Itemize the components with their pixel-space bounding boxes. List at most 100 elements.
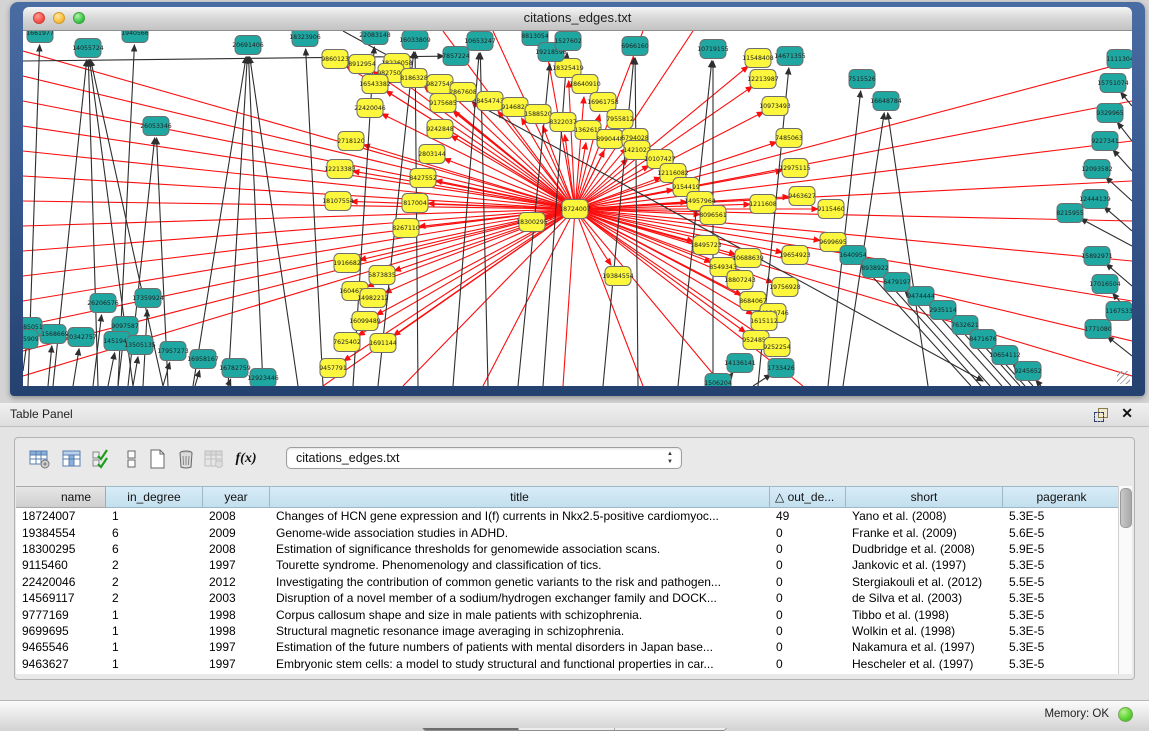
- black-citation-edge[interactable]: [888, 113, 928, 386]
- column-header-name[interactable]: name: [16, 486, 106, 508]
- table-cell[interactable]: Yano et al. (2008): [846, 509, 1003, 523]
- black-citation-edge[interactable]: [163, 363, 170, 386]
- table-cell[interactable]: Tourette syndrome. Phenomenology and cla…: [270, 558, 770, 572]
- table-cell[interactable]: 0: [770, 526, 846, 540]
- black-citation-edge[interactable]: [108, 353, 115, 386]
- black-citation-edge[interactable]: [1113, 150, 1132, 171]
- table-cell[interactable]: Estimation of significance thresholds fo…: [270, 542, 770, 556]
- table-cell[interactable]: 49: [770, 509, 846, 523]
- column-header-out_de[interactable]: △ out_de...: [770, 486, 846, 508]
- table-settings-icon[interactable]: [27, 446, 53, 472]
- table-cell[interactable]: 1997: [203, 558, 270, 572]
- table-cell[interactable]: Investigating the contribution of common…: [270, 575, 770, 589]
- column-header-short[interactable]: short: [846, 486, 1003, 508]
- table-cell[interactable]: 1: [106, 640, 203, 654]
- table-cell[interactable]: 0: [770, 624, 846, 638]
- node-table[interactable]: namein_degreeyeartitle△ out_de...shortpa…: [16, 486, 1121, 674]
- memory-status-indicator[interactable]: [1118, 707, 1133, 722]
- table-cell[interactable]: 9115460: [16, 558, 106, 572]
- red-citation-edge[interactable]: [23, 209, 575, 376]
- table-cell[interactable]: 5.3E-5: [1003, 624, 1121, 638]
- table-cell[interactable]: Estimation of the future numbers of pati…: [270, 640, 770, 654]
- table-cell[interactable]: 2008: [203, 509, 270, 523]
- window-titlebar[interactable]: citations_edges.txt: [23, 7, 1132, 31]
- red-citation-edge[interactable]: [575, 181, 1132, 209]
- window-resize-grip[interactable]: [1117, 371, 1130, 384]
- table-cell[interactable]: 0: [770, 558, 846, 572]
- table-cell[interactable]: 9699695: [16, 624, 106, 638]
- table-cell[interactable]: 2: [106, 575, 203, 589]
- column-header-pagerank[interactable]: pagerank: [1003, 486, 1121, 508]
- table-source-select[interactable]: citations_edges.txt ▲▼: [286, 447, 682, 469]
- table-cell[interactable]: 5.5E-5: [1003, 575, 1121, 589]
- table-cell[interactable]: 1998: [203, 608, 270, 622]
- table-cell[interactable]: 1: [106, 657, 203, 671]
- table-cell[interactable]: Changes of HCN gene expression and I(f) …: [270, 509, 770, 523]
- table-cell[interactable]: 5.3E-5: [1003, 558, 1121, 572]
- table-cell[interactable]: 9465546: [16, 640, 106, 654]
- table-cell[interactable]: 2: [106, 591, 203, 605]
- table-cell[interactable]: Franke et al. (2009): [846, 526, 1003, 540]
- table-cell[interactable]: 5.3E-5: [1003, 509, 1121, 523]
- red-citation-edge[interactable]: [23, 201, 575, 209]
- table-cell[interactable]: Wolkin et al. (1998): [846, 624, 1003, 638]
- table-row[interactable]: 969969511998Structural magnetic resonanc…: [16, 623, 1121, 639]
- citation-network-graph[interactable]: 1872400718300295986012389129541822605898…: [23, 31, 1132, 386]
- table-row[interactable]: 1830029562008Estimation of significance …: [16, 541, 1121, 557]
- table-cell[interactable]: Embryonic stem cells: a model to study s…: [270, 657, 770, 671]
- table-row[interactable]: 977716911998Corpus callosum shape and si…: [16, 606, 1121, 622]
- table-cell[interactable]: 2: [106, 558, 203, 572]
- table-row[interactable]: 1938455462009Genome-wide association stu…: [16, 524, 1121, 540]
- table-cell[interactable]: 0: [770, 591, 846, 605]
- new-file-icon[interactable]: [145, 446, 171, 472]
- black-citation-edge[interactable]: [1104, 207, 1132, 231]
- rows-icon[interactable]: [119, 446, 145, 472]
- table-header-row[interactable]: namein_degreeyeartitle△ out_de...shortpa…: [16, 486, 1121, 508]
- table-cell[interactable]: 6: [106, 542, 203, 556]
- table-cell[interactable]: 5.9E-5: [1003, 542, 1121, 556]
- table-cell[interactable]: 2003: [203, 591, 270, 605]
- red-citation-edge[interactable]: [23, 209, 575, 301]
- table-cell[interactable]: Nakamura et al. (1997): [846, 640, 1003, 654]
- table-row[interactable]: 946362711997Embryonic stem cells: a mode…: [16, 656, 1121, 672]
- black-citation-edge[interactable]: [48, 346, 52, 386]
- table-cell[interactable]: 0: [770, 542, 846, 556]
- table-cell[interactable]: 22420046: [16, 575, 106, 589]
- table-cell[interactable]: de Silva et al. (2003): [846, 591, 1003, 605]
- column-header-year[interactable]: year: [203, 486, 270, 508]
- black-citation-edge[interactable]: [1121, 92, 1132, 106]
- black-citation-edge[interactable]: [1081, 219, 1132, 246]
- table-cell[interactable]: Tibbo et al. (1998): [846, 608, 1003, 622]
- table-cell[interactable]: 5.3E-5: [1003, 640, 1121, 654]
- table-cell[interactable]: 0: [770, 657, 846, 671]
- column-header-in_degree[interactable]: in_degree: [106, 486, 203, 508]
- red-citation-edge[interactable]: [23, 209, 575, 226]
- table-cell[interactable]: 2008: [203, 542, 270, 556]
- table-cell[interactable]: 1997: [203, 657, 270, 671]
- table-cell[interactable]: 18300295: [16, 542, 106, 556]
- table-cell[interactable]: 18724007: [16, 509, 106, 523]
- table-cell[interactable]: 1: [106, 509, 203, 523]
- scrollbar-thumb[interactable]: [1120, 488, 1132, 528]
- table-row[interactable]: 2242004622012Investigating the contribut…: [16, 574, 1121, 590]
- red-citation-edge[interactable]: [23, 209, 575, 276]
- black-citation-edge[interactable]: [195, 371, 200, 386]
- black-citation-edge[interactable]: [250, 57, 298, 386]
- table-cell[interactable]: 0: [770, 608, 846, 622]
- table-cell[interactable]: 5.6E-5: [1003, 526, 1121, 540]
- table-cell[interactable]: 2012: [203, 575, 270, 589]
- table-cell[interactable]: 1997: [203, 640, 270, 654]
- table-cell[interactable]: 2009: [203, 526, 270, 540]
- red-citation-edge[interactable]: [575, 209, 1132, 376]
- table-body[interactable]: 1872400712008Changes of HCN gene express…: [16, 508, 1121, 672]
- table-cell[interactable]: 5.3E-5: [1003, 608, 1121, 622]
- float-panel-icon[interactable]: [1094, 408, 1107, 421]
- close-panel-icon[interactable]: ✕: [1121, 405, 1133, 422]
- black-citation-edge[interactable]: [1107, 336, 1132, 356]
- table-cell[interactable]: Hescheler et al. (1997): [846, 657, 1003, 671]
- select-columns-icon[interactable]: [89, 446, 115, 472]
- red-citation-edge[interactable]: [575, 209, 1132, 341]
- table-vertical-scrollbar[interactable]: [1118, 486, 1132, 674]
- red-citation-edge[interactable]: [563, 209, 575, 386]
- black-citation-edge[interactable]: [249, 57, 263, 386]
